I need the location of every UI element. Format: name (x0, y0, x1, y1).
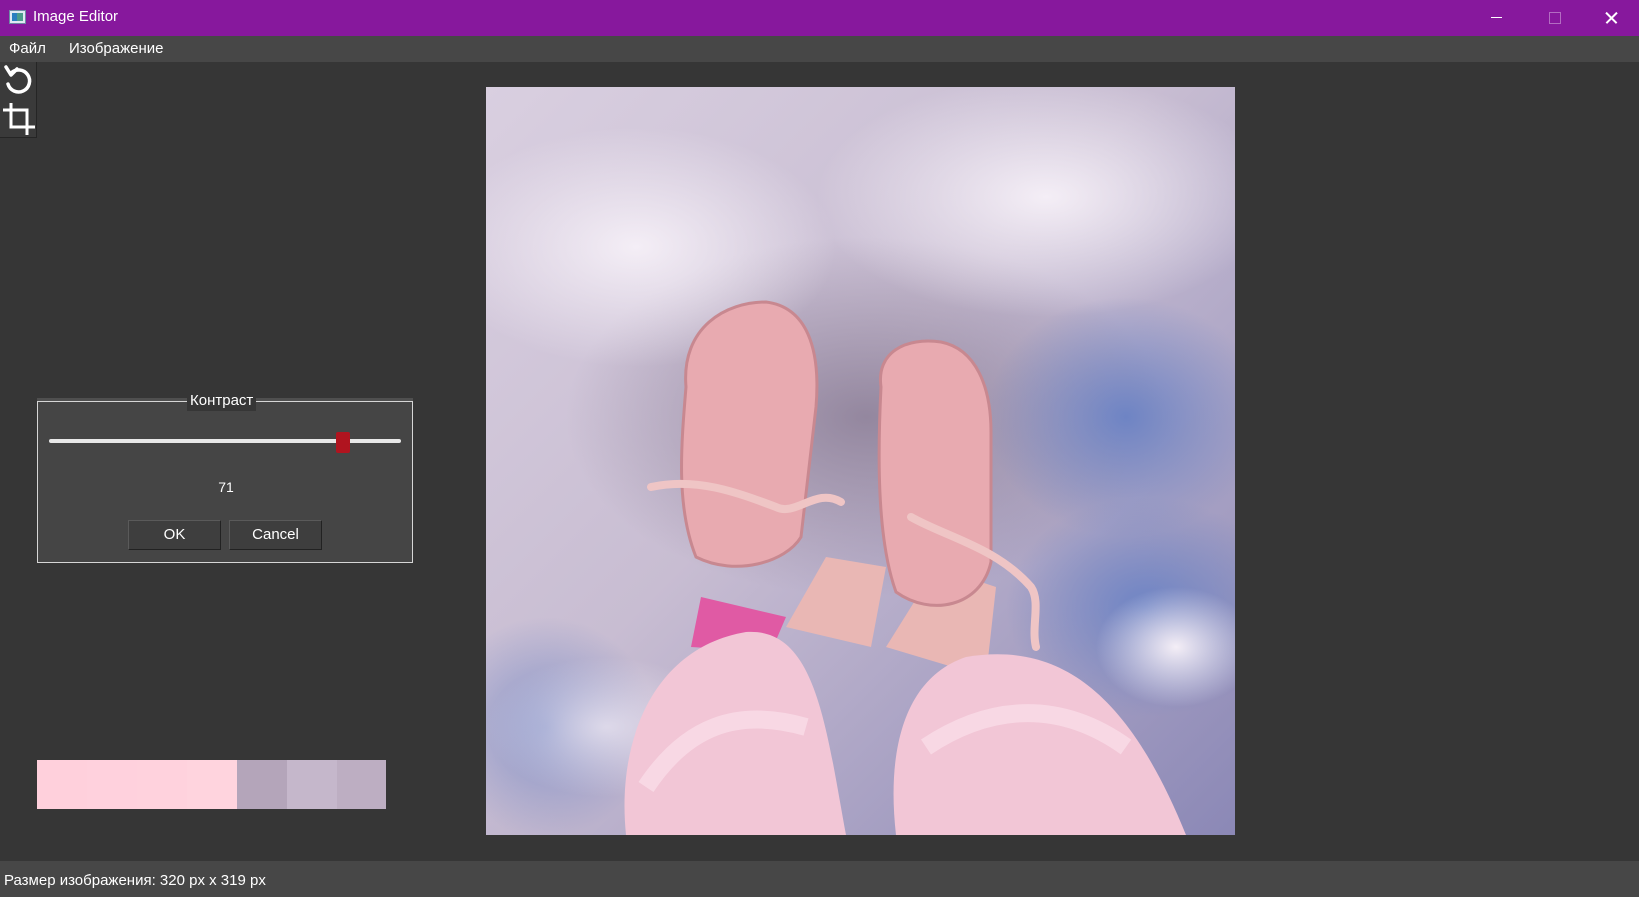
color-palette (37, 760, 386, 809)
ok-button[interactable]: OK (128, 520, 221, 550)
crop-button[interactable] (2, 101, 36, 137)
maximize-button[interactable] (1525, 0, 1583, 36)
image-canvas[interactable] (486, 87, 1235, 835)
rotate-button[interactable] (2, 64, 36, 100)
rotate-icon (4, 65, 32, 94)
image-size-status: Размер изображения: 320 px x 319 px (4, 872, 266, 889)
palette-swatch (337, 760, 386, 809)
tool-bar (0, 62, 37, 138)
contrast-slider-handle[interactable] (336, 432, 351, 453)
menu-bar: Файл Изображение (0, 36, 1639, 62)
crop-icon (3, 103, 35, 135)
palette-swatch (87, 760, 137, 809)
contrast-panel: Контраст 71 OK Cancel (37, 391, 413, 563)
palette-swatch (37, 760, 87, 809)
app-icon (9, 10, 26, 24)
minimize-button[interactable] (1467, 0, 1525, 36)
cancel-button[interactable]: Cancel (229, 520, 322, 550)
window-title: Image Editor (33, 8, 119, 25)
menu-image[interactable]: Изображение (69, 40, 164, 57)
contrast-value: 71 (218, 479, 234, 495)
palette-swatch (137, 760, 187, 809)
palette-swatch (287, 760, 337, 809)
menu-file[interactable]: Файл (9, 40, 46, 57)
status-bar: Размер изображения: 320 px x 319 px (0, 861, 1639, 897)
palette-swatch (187, 760, 237, 809)
palette-swatch (237, 760, 287, 809)
edited-photo (486, 87, 1235, 835)
title-bar: Image Editor (0, 0, 1639, 36)
contrast-title: Контраст (187, 391, 257, 411)
close-button[interactable] (1583, 0, 1639, 36)
